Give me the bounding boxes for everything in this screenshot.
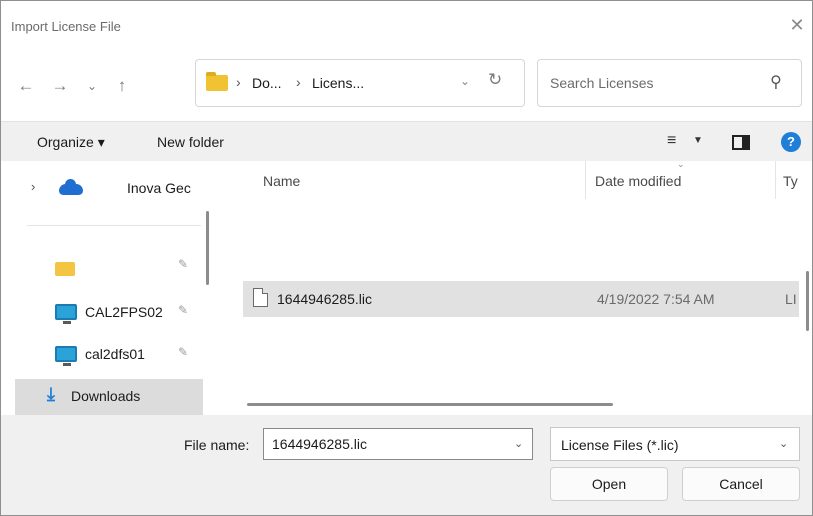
network-drive-icon xyxy=(55,304,77,324)
file-icon xyxy=(253,288,268,307)
pin-icon: ✎ xyxy=(178,345,189,359)
file-type-selected: License Files (*.lic) xyxy=(561,437,679,453)
command-bar: Organize ▾ New folder ≡ ▼ ? xyxy=(1,121,812,161)
breadcrumb-separator: › xyxy=(296,74,301,90)
import-license-dialog: Import License File ✕ ← → ⌄ ↑ › Do... › … xyxy=(0,0,813,516)
file-type-dropdown[interactable]: License Files (*.lic) ⌄ xyxy=(550,427,800,461)
table-row[interactable]: 1644946285.lic 4/19/2022 7:54 AM LI xyxy=(243,281,799,317)
file-date-cell: 4/19/2022 7:54 AM xyxy=(597,291,715,307)
download-arrow-icon: ⤓ xyxy=(47,384,55,404)
sidebar-item-label: cal2dfs01 xyxy=(85,346,145,362)
new-folder-button[interactable]: New folder xyxy=(157,134,224,150)
pin-icon: ✎ xyxy=(178,257,189,271)
sidebar-item-folder[interactable]: ✎ xyxy=(15,249,203,283)
close-button[interactable]: ✕ xyxy=(787,15,807,35)
vertical-scrollbar[interactable] xyxy=(806,271,809,331)
window-title: Import License File xyxy=(11,19,121,34)
sidebar-item-onedrive[interactable]: › Inova Gec xyxy=(15,171,203,205)
folder-icon xyxy=(55,262,75,276)
refresh-icon[interactable]: ↻ xyxy=(488,70,502,90)
column-separator[interactable] xyxy=(585,161,586,199)
network-drive-icon xyxy=(55,346,77,366)
close-icon: ✕ xyxy=(789,15,805,35)
dialog-footer: File name: ⌄ License Files (*.lic) ⌄ Ope… xyxy=(1,415,812,515)
search-icon[interactable]: ⚲ xyxy=(770,72,782,92)
title-bar: Import License File ✕ xyxy=(1,1,812,45)
chevron-right-icon[interactable]: › xyxy=(31,179,35,194)
address-bar[interactable]: › Do... › Licens... ⌄ ↻ xyxy=(195,59,525,107)
address-history-chevron-icon[interactable]: ⌄ xyxy=(460,74,470,88)
chevron-down-icon: ⌄ xyxy=(86,79,98,93)
navigation-pane: › Inova Gec ✎ CAL2FPS02 ✎ cal2dfs01 ✎ ⤓ … xyxy=(1,161,221,415)
sidebar-item-label: CAL2FPS02 xyxy=(85,304,163,320)
breadcrumb-item-licenses[interactable]: Licens... xyxy=(312,75,364,91)
file-name-label: File name: xyxy=(184,437,250,453)
help-icon[interactable]: ? xyxy=(781,132,801,152)
file-name-cell: 1644946285.lic xyxy=(277,291,372,307)
organize-button[interactable]: Organize ▾ xyxy=(37,134,105,151)
file-list: Name ⌄ Date modified Ty 1644946285.lic 4… xyxy=(221,159,812,415)
arrow-left-icon: ← xyxy=(17,76,35,95)
sort-chevron-icon: ⌄ xyxy=(677,159,685,169)
back-button[interactable]: ← xyxy=(15,75,37,97)
horizontal-scrollbar[interactable] xyxy=(247,403,613,406)
column-header-type[interactable]: Ty xyxy=(783,173,798,189)
column-header-name[interactable]: Name xyxy=(263,173,300,189)
sidebar-item-label: Downloads xyxy=(71,388,141,404)
view-options-icon[interactable]: ≡ xyxy=(667,132,676,150)
sidebar-item-cal2fps02[interactable]: CAL2FPS02 ✎ xyxy=(15,295,203,329)
file-type-cell: LI xyxy=(785,291,797,307)
chevron-down-icon[interactable]: ⌄ xyxy=(514,437,523,450)
up-button[interactable]: ↑ xyxy=(111,75,133,97)
column-separator[interactable] xyxy=(775,161,776,199)
preview-pane-icon[interactable] xyxy=(732,135,750,150)
breadcrumb-item-downloads[interactable]: Do... xyxy=(252,75,282,91)
sidebar-item-cal2dfs01[interactable]: cal2dfs01 ✎ xyxy=(15,337,203,371)
forward-button[interactable]: → xyxy=(49,75,71,97)
chevron-down-icon: ⌄ xyxy=(779,438,789,450)
sidebar-scrollbar[interactable] xyxy=(206,211,209,285)
sidebar-divider xyxy=(27,225,201,226)
arrow-right-icon: → xyxy=(51,76,69,95)
search-input[interactable]: Search Licenses xyxy=(550,75,654,91)
file-name-input[interactable] xyxy=(263,428,533,460)
sidebar-item-downloads[interactable]: ⤓ Downloads xyxy=(15,379,203,415)
sidebar-item-label: Inova Gec xyxy=(127,180,191,196)
cancel-button[interactable]: Cancel xyxy=(682,467,800,501)
navigation-bar: ← → ⌄ ↑ › Do... › Licens... ⌄ ↻ Search L… xyxy=(1,45,812,121)
open-button[interactable]: Open xyxy=(550,467,668,501)
search-box[interactable]: Search Licenses ⚲ xyxy=(537,59,802,107)
column-header-date-modified[interactable]: Date modified xyxy=(595,173,681,189)
recent-locations-button[interactable]: ⌄ xyxy=(81,75,103,97)
chevron-down-icon[interactable]: ▼ xyxy=(693,135,703,146)
folder-icon xyxy=(206,72,228,91)
breadcrumb-separator: › xyxy=(236,74,241,90)
onedrive-cloud-icon xyxy=(59,179,83,195)
pin-icon: ✎ xyxy=(178,303,189,317)
arrow-up-icon: ↑ xyxy=(117,76,127,95)
